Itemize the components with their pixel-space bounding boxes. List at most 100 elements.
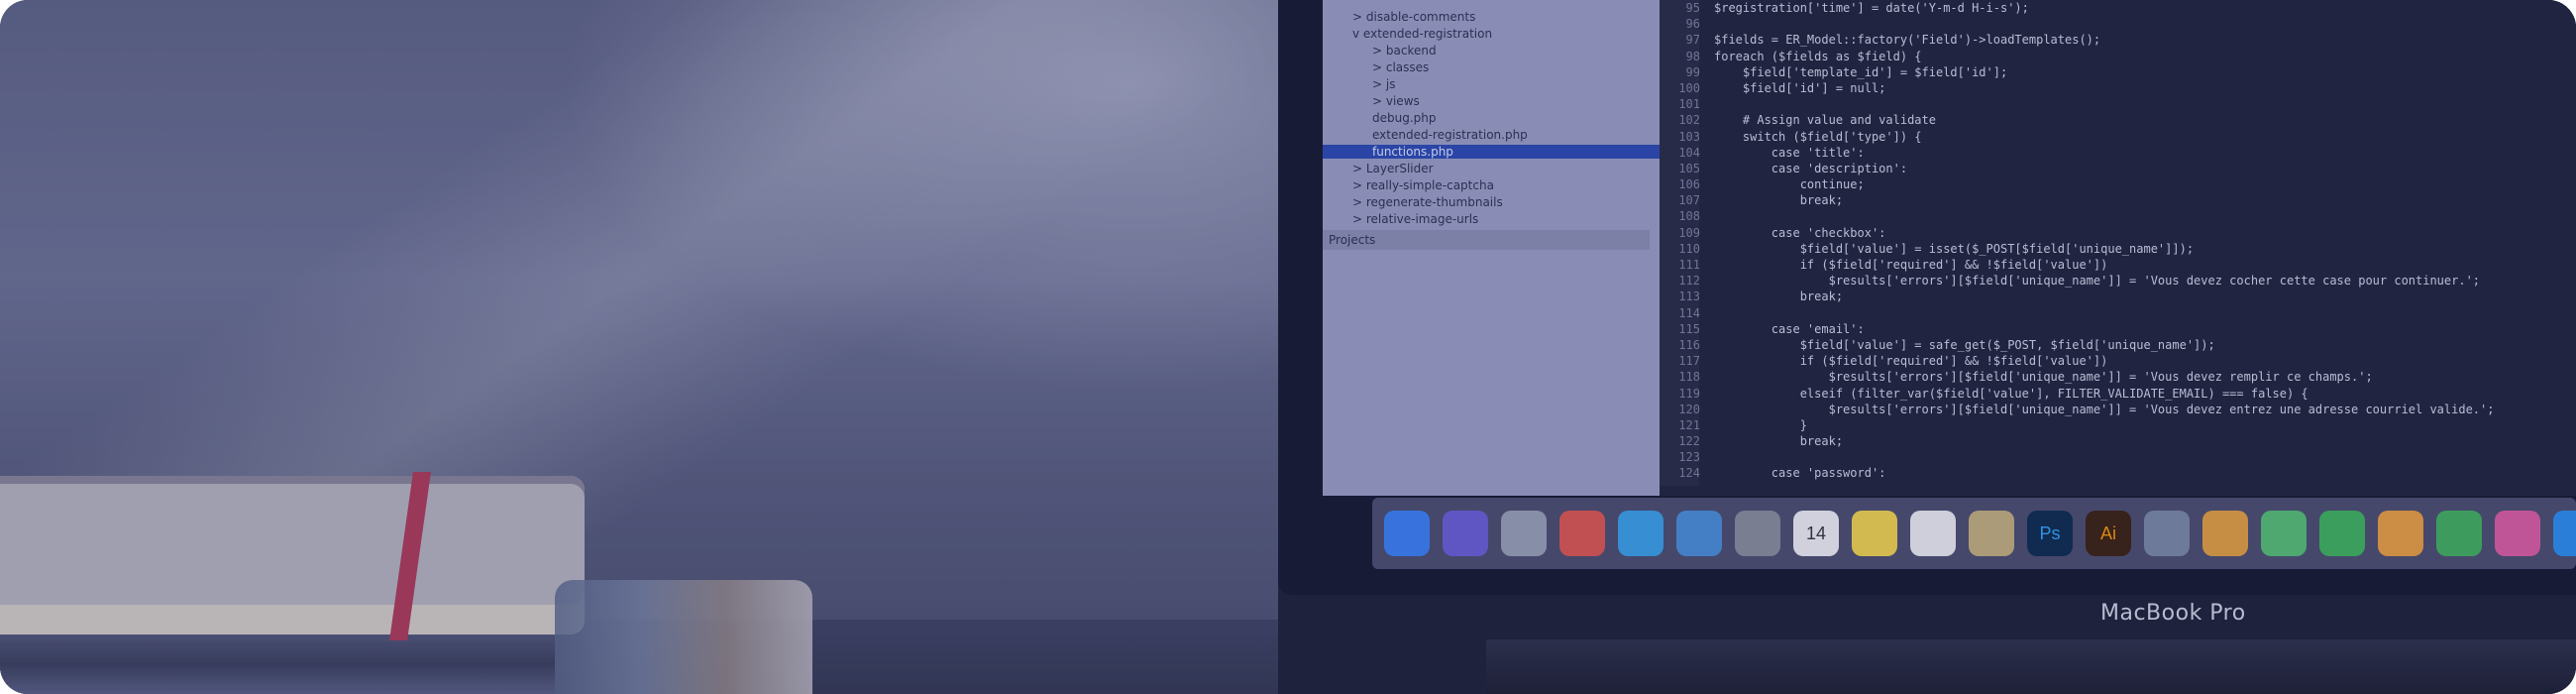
line-number: 100 [1678,80,1700,95]
code-text: $registration['time'] = date('Y-m-d H-i-… [1714,1,2029,15]
safari-icon[interactable] [1618,511,1664,556]
chrome-icon[interactable] [1559,511,1605,556]
code-text: $fields = ER_Model::factory('Field')->lo… [1714,33,2101,48]
line-number: 108 [1678,209,1700,224]
code-text: continue; [1714,177,1865,192]
notes-icon[interactable] [1852,511,1897,556]
launchpad-icon[interactable] [1501,511,1547,556]
facetime-icon[interactable] [2319,511,2365,556]
window-light-patch [515,0,1288,416]
code-line: 119 elseif (filter_var($field['value'], … [1664,386,2576,402]
code-line: 111 if ($field['required'] && !$field['v… [1664,257,2576,273]
line-number: 95 [1685,1,1700,15]
code-text: elseif (filter_var($field['value'], FILT… [1714,386,2308,401]
notebook [0,476,585,635]
code-text: break; [1714,193,1844,208]
itunes-icon[interactable] [2495,511,2540,556]
line-number: 98 [1685,49,1700,63]
code-editor: 95 $registration['time'] = date('Y-m-d H-… [1664,0,2576,486]
projects-label: Projects [1329,233,1376,247]
line-number: 104 [1678,145,1700,160]
code-line: 115 case 'email': [1664,321,2576,337]
code-text: break; [1714,434,1844,449]
line-number: 124 [1678,466,1700,481]
sidebar-item[interactable]: > js [1323,77,1395,91]
code-line: 123 [1664,449,2576,465]
code-line: 110 $field['value'] = isset($_POST[$fiel… [1664,241,2576,257]
preview-icon[interactable] [1969,511,2014,556]
code-text: if ($field['required'] && !$field['value… [1714,258,2108,272]
code-text: switch ($field['type']) { [1714,129,1922,144]
line-number: 99 [1685,64,1700,79]
sidebar-item[interactable]: v extended-registration [1323,27,1492,41]
line-number: 122 [1678,434,1700,449]
sidebar-item[interactable]: > really-simple-captcha [1323,178,1494,192]
line-number: 111 [1678,258,1700,272]
line-number: 119 [1678,386,1700,401]
code-line: 107 break; [1664,192,2576,208]
laptop-brand-label: MacBook Pro [2100,601,2246,626]
calendar-icon[interactable]: 14 [1793,511,1839,556]
line-number: 107 [1678,193,1700,208]
code-line: 113 break; [1664,289,2576,304]
numbers-icon[interactable] [2436,511,2482,556]
keyboard [1486,639,2576,694]
line-number: 115 [1678,321,1700,336]
code-line: 106 continue; [1664,176,2576,192]
sidebar-item[interactable]: functions.php [1323,145,1697,159]
code-line: 114 [1664,305,2576,321]
sidebar-item[interactable]: > classes [1323,60,1429,74]
sidebar-item[interactable]: > views [1323,94,1420,108]
line-number: 96 [1685,17,1700,32]
code-line: 96 [1664,16,2576,32]
git-icon[interactable] [2144,511,2190,556]
siri-icon[interactable] [1443,511,1488,556]
app-store-icon[interactable] [2553,511,2576,556]
messages-icon[interactable] [2261,511,2307,556]
sidebar-item[interactable]: > relative-image-urls [1323,212,1478,226]
mail-icon[interactable] [1676,511,1722,556]
sidebar-item[interactable]: extended-registration.php [1323,128,1528,142]
finder-icon[interactable] [1384,511,1430,556]
sidebar-item[interactable]: > disable-comments [1323,10,1475,24]
line-number: 112 [1678,274,1700,289]
projects-panel-header: Projects [1323,230,1650,250]
line-number: 120 [1678,402,1700,416]
code-text: $results['errors'][$field['unique_name']… [1714,370,2373,385]
code-line: 121 } [1664,417,2576,433]
code-line: 101 [1664,96,2576,112]
book-stack [0,635,555,694]
code-line: 108 [1664,208,2576,224]
code-line: 103 switch ($field['type']) { [1664,129,2576,145]
code-line: 112 $results['errors'][$field['unique_na… [1664,273,2576,289]
code-line: 100 $field['id'] = null; [1664,80,2576,96]
code-line: 120 $results['errors'][$field['unique_na… [1664,402,2576,417]
code-line: 102 # Assign value and validate [1664,112,2576,128]
line-number: 109 [1678,225,1700,240]
code-line: 104 case 'title': [1664,145,2576,161]
code-text: $field['value'] = isset($_POST[$field['u… [1714,241,2195,256]
code-line: 118 $results['errors'][$field['unique_na… [1664,369,2576,385]
illustrator-icon-label: Ai [2099,523,2116,543]
line-number: 117 [1678,354,1700,369]
illustrator-icon[interactable]: Ai [2086,511,2131,556]
sidebar-item[interactable]: > LayerSlider [1323,162,1434,175]
system-preferences-icon[interactable] [1735,511,1780,556]
code-text: $field['id'] = null; [1714,80,1886,95]
sidebar-item[interactable]: debug.php [1323,111,1437,125]
code-text: if ($field['required'] && !$field['value… [1714,354,2108,369]
line-number: 114 [1678,305,1700,320]
code-line: 99 $field['template_id'] = $field['id']; [1664,64,2576,80]
reminders-icon[interactable] [1910,511,1956,556]
sidebar-item[interactable]: > regenerate-thumbnails [1323,195,1503,209]
pages-icon[interactable] [2378,511,2423,556]
line-number: 123 [1678,450,1700,465]
sidebar-item[interactable]: > backend [1323,44,1437,58]
photos-icon[interactable] [2202,511,2248,556]
code-line: 98 foreach ($fields as $field) { [1664,49,2576,64]
code-text: $field['template_id'] = $field['id']; [1714,64,2008,79]
photoshop-icon-label: Ps [2039,523,2061,543]
code-line: 109 case 'checkbox': [1664,225,2576,241]
code-text: case 'checkbox': [1714,225,1886,240]
photoshop-icon[interactable]: Ps [2027,511,2073,556]
